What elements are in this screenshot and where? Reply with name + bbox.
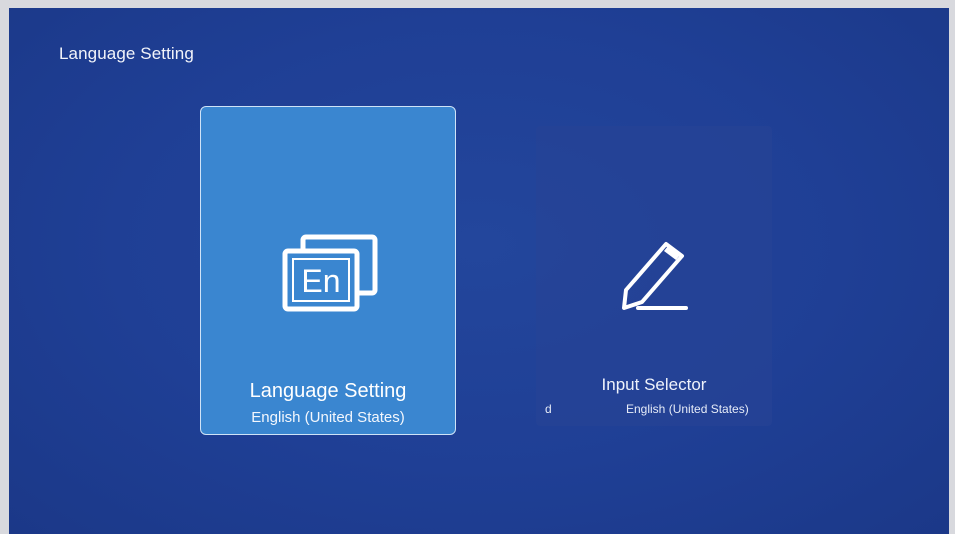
- language-en-icon: En: [282, 234, 378, 312]
- tile-value-fragment: d: [545, 402, 552, 416]
- tv-screen: Language Setting En Language Setting Eng…: [9, 8, 949, 534]
- tile-value: d English (United States): [536, 402, 772, 418]
- input-selector-tile[interactable]: Input Selector d English (United States): [536, 126, 772, 426]
- tile-value-text: English (United States): [626, 402, 749, 416]
- svg-text:En: En: [301, 263, 340, 299]
- language-setting-tile[interactable]: En Language Setting English (United Stat…: [200, 106, 456, 435]
- pencil-icon: [622, 242, 688, 310]
- tile-title: Language Setting: [249, 380, 407, 402]
- tile-value: English (United States): [251, 409, 405, 426]
- tile-title: Input Selector: [601, 375, 707, 394]
- page-title: Language Setting: [59, 44, 194, 63]
